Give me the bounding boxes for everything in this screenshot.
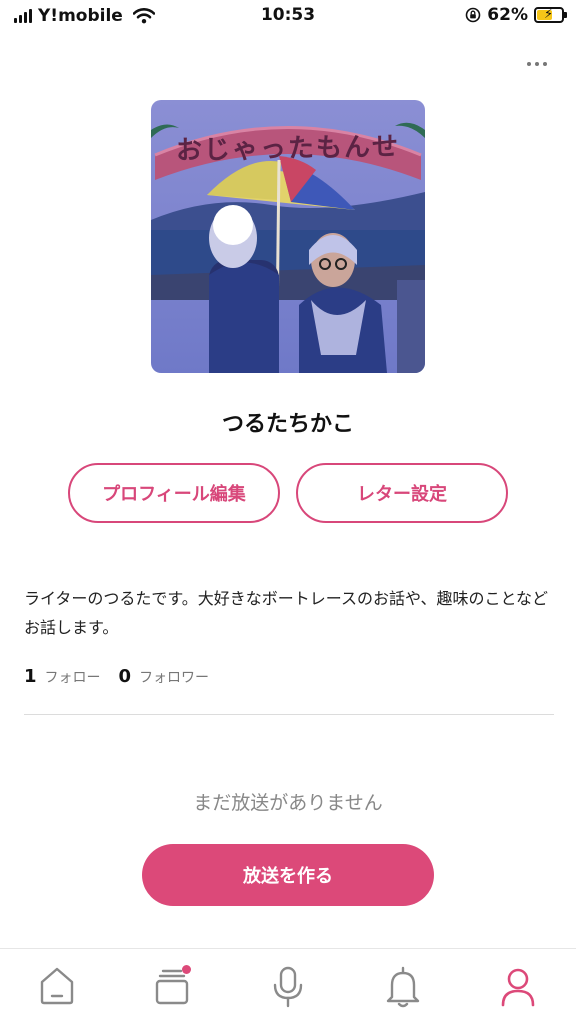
more-options-button[interactable] xyxy=(522,54,552,74)
empty-broadcasts-message: まだ放送がありません xyxy=(193,792,383,814)
divider xyxy=(24,714,554,715)
nav-broadcast[interactable] xyxy=(258,965,318,1013)
profile-name: つるたちかこ xyxy=(221,412,354,437)
nav-profile[interactable] xyxy=(488,965,548,1013)
profile-bio: ライターのつるたです。大好きなボートレースのお話や、趣味のことなどお話します。 xyxy=(24,589,549,637)
followers-link[interactable]: 0 フォロワー xyxy=(119,666,228,687)
followers-label: フォロワー xyxy=(139,670,210,686)
nav-home[interactable] xyxy=(27,965,87,1013)
battery-charging-icon: ⚡ xyxy=(534,7,567,23)
battery-percent: 62% xyxy=(487,5,528,25)
following-link[interactable]: 1 フォロー xyxy=(24,666,119,687)
notification-badge xyxy=(182,965,191,974)
home-icon xyxy=(40,967,74,1005)
follow-stats: 1 フォロー 0 フォロワー xyxy=(24,666,227,687)
status-bar: Y!mobile 10:53 62% ⚡ xyxy=(0,0,576,34)
followers-count: 0 xyxy=(118,666,132,687)
profile-icon xyxy=(501,968,535,1007)
microphone-icon xyxy=(273,966,303,1008)
nav-library[interactable] xyxy=(142,965,202,1013)
profile-avatar[interactable]: おじゃったもんせ xyxy=(151,100,425,373)
rotation-lock-icon xyxy=(465,7,481,23)
create-broadcast-button[interactable]: 放送を作る xyxy=(142,844,434,906)
more-horizontal-icon xyxy=(527,62,531,66)
bell-icon xyxy=(386,966,420,1008)
status-right: 62% ⚡ xyxy=(465,5,567,25)
letter-settings-button[interactable]: レター設定 xyxy=(296,463,508,523)
following-count: 1 xyxy=(24,666,37,687)
edit-profile-button[interactable]: プロフィール編集 xyxy=(68,463,280,523)
avatar-caption: おじゃったもんせ xyxy=(175,132,401,166)
nav-notifications[interactable] xyxy=(373,965,433,1013)
bottom-nav xyxy=(0,948,576,1024)
following-label: フォロー xyxy=(44,670,101,686)
